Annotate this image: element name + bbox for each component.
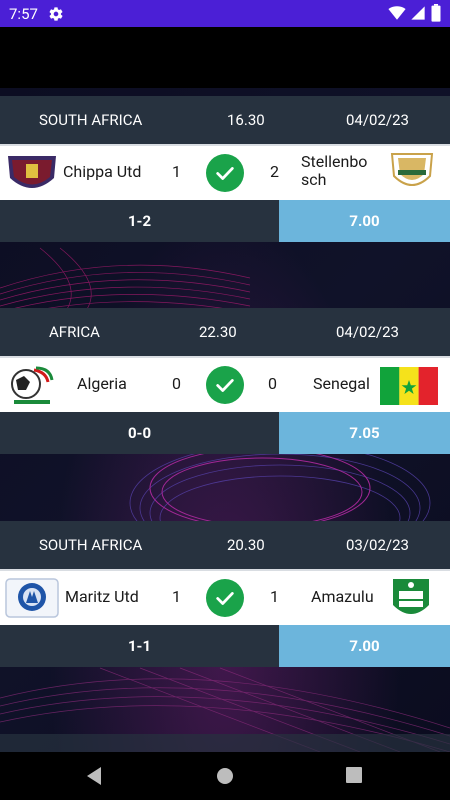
home-team: Maritz Utd <box>65 587 139 606</box>
match-date: 04/02/23 <box>336 323 399 341</box>
check-icon <box>206 579 244 617</box>
app-bar <box>0 27 450 88</box>
league-label: SOUTH AFRICA <box>39 111 143 129</box>
match-list[interactable]: SOUTH AFRICA 16.30 04/02/23 Chippa Utd 1… <box>0 88 450 752</box>
match-time: 22.30 <box>199 323 237 341</box>
amazulu-logo-icon <box>393 579 429 614</box>
match-card[interactable]: SOUTH AFRICA 20.30 03/02/23 Maritz Utd 1… <box>0 521 450 667</box>
algeria-fa-logo-icon <box>11 366 54 404</box>
match-header: SOUTH AFRICA 20.30 03/02/23 <box>0 521 450 569</box>
match-time: 20.30 <box>227 536 265 554</box>
league-label: SOUTH AFRICA <box>39 536 143 554</box>
final-score: 1-2 <box>0 200 279 242</box>
home-score: 0 <box>172 374 181 393</box>
odds-value: 7.05 <box>279 412 450 454</box>
match-header: AFRICA 22.30 04/02/23 <box>0 308 450 356</box>
signal-icon <box>411 6 425 20</box>
match-row[interactable]: Algeria 0 0 Senegal <box>0 356 450 412</box>
result-row: 0-0 7.05 <box>0 412 450 454</box>
away-team: Senegal <box>313 374 370 393</box>
check-icon <box>206 154 244 192</box>
result-row: 1-2 7.00 <box>0 200 450 242</box>
home-team: Algeria <box>77 374 127 393</box>
status-bar: 7:57 <box>0 0 450 27</box>
chippa-utd-logo-icon <box>8 156 56 188</box>
settings-gear-icon <box>49 6 63 21</box>
final-score: 0-0 <box>0 412 279 454</box>
match-time: 16.30 <box>227 111 265 129</box>
recents-icon[interactable] <box>346 767 362 783</box>
senegal-flag-icon <box>380 367 438 405</box>
home-score: 1 <box>172 162 181 181</box>
league-label: AFRICA <box>49 323 100 341</box>
match-date: 04/02/23 <box>346 111 409 129</box>
stellenbosch-logo-icon <box>390 153 434 186</box>
match-card[interactable]: AFRICA 22.30 04/02/23 Algeria 0 0 Senega… <box>0 308 450 454</box>
away-score: 0 <box>268 374 277 393</box>
next-card-peek <box>0 734 450 752</box>
match-card[interactable]: SOUTH AFRICA 16.30 04/02/23 Chippa Utd 1… <box>0 96 450 242</box>
wifi-icon <box>388 6 406 20</box>
battery-icon <box>431 4 441 22</box>
odds-value: 7.00 <box>279 200 450 242</box>
away-score: 1 <box>270 587 279 606</box>
final-score: 1-1 <box>0 625 279 667</box>
odds-value: 7.00 <box>279 625 450 667</box>
away-team: Stellenbosch <box>301 152 368 189</box>
match-date: 03/02/23 <box>346 536 409 554</box>
back-icon[interactable] <box>85 766 103 786</box>
away-score: 2 <box>270 162 279 181</box>
status-time: 7:57 <box>9 4 38 23</box>
result-row: 1-1 7.00 <box>0 625 450 667</box>
match-header: SOUTH AFRICA 16.30 04/02/23 <box>0 96 450 144</box>
home-score: 1 <box>172 587 181 606</box>
system-nav-bar <box>0 752 450 800</box>
home-team: Chippa Utd <box>63 162 142 181</box>
check-icon <box>206 366 244 404</box>
home-icon[interactable] <box>216 767 234 785</box>
away-team: Amazulu <box>311 587 374 606</box>
status-icons <box>388 4 442 22</box>
match-row[interactable]: Chippa Utd 1 2 Stellenbosch <box>0 144 450 200</box>
maritzburg-utd-logo-icon <box>5 578 59 618</box>
match-row[interactable]: Maritz Utd 1 1 Amazulu <box>0 569 450 625</box>
